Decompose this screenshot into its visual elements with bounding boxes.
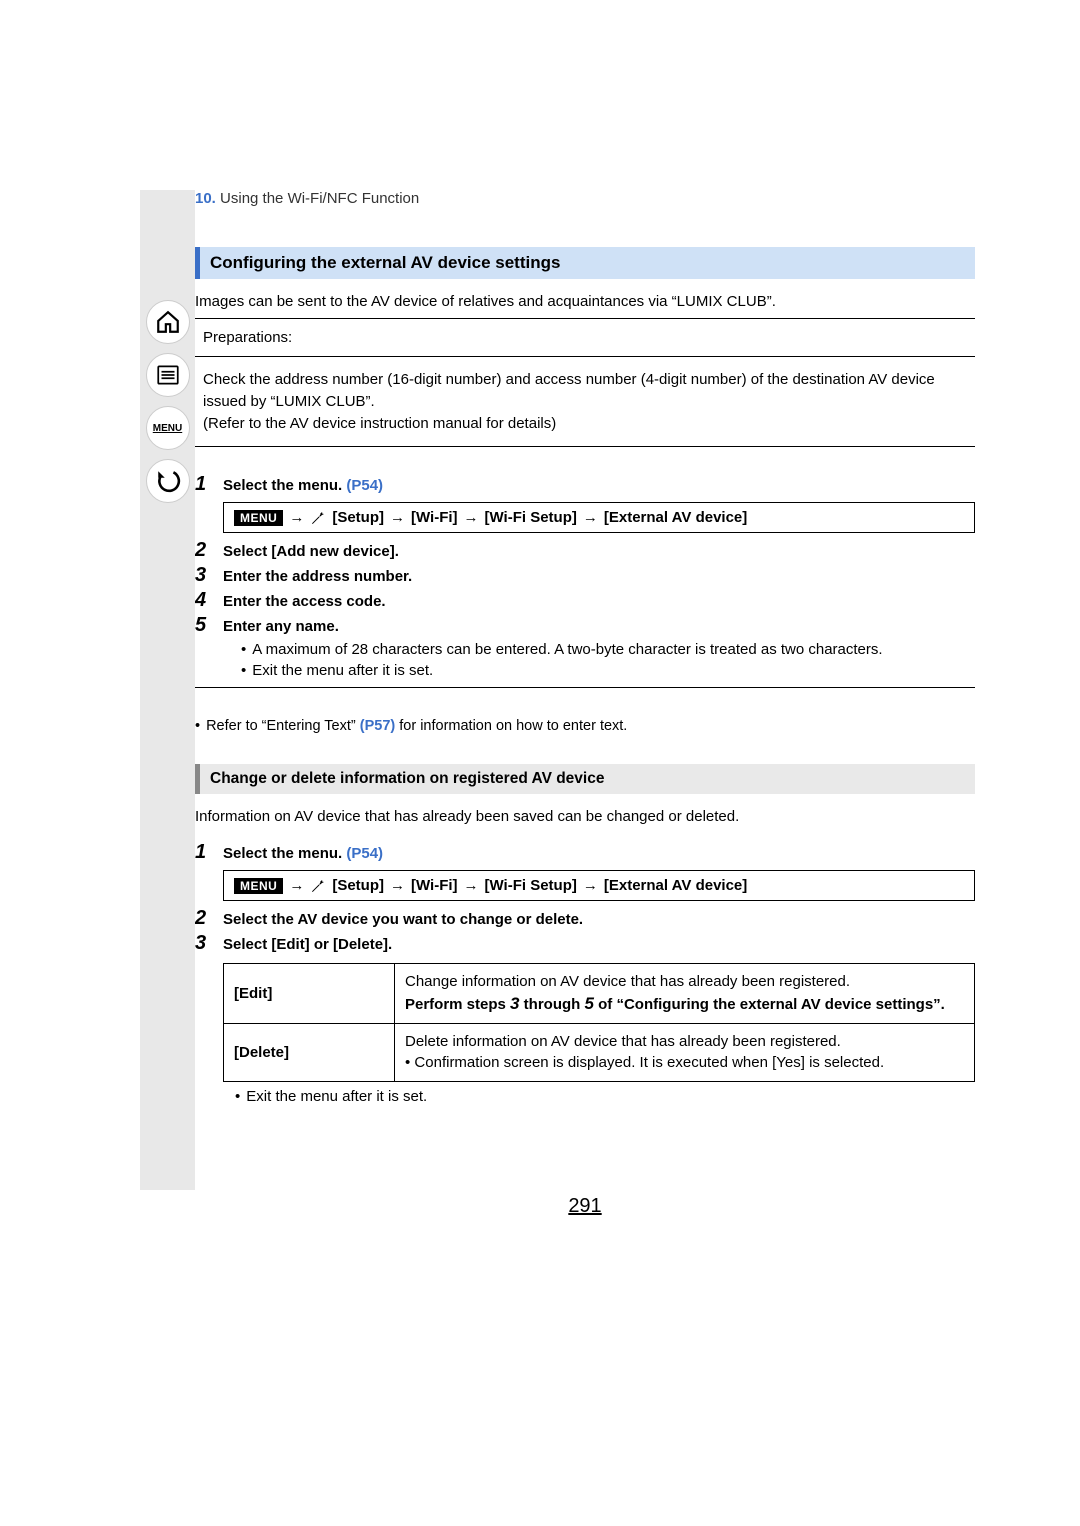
step-text: Enter any name. bbox=[223, 618, 339, 635]
bullet-text: Exit the menu after it is set. bbox=[252, 660, 433, 681]
page-content: 10. Using the Wi-Fi/NFC Function Configu… bbox=[195, 190, 975, 1218]
toc-button[interactable] bbox=[146, 353, 190, 397]
home-icon bbox=[155, 309, 181, 335]
intro2-text: Information on AV device that has alread… bbox=[195, 806, 975, 827]
step-text: Enter the access code. bbox=[223, 593, 386, 610]
step-text: Select the menu. bbox=[223, 477, 346, 494]
page-link-p57[interactable]: (P57) bbox=[360, 718, 395, 734]
path-wifisetup: [Wi-Fi Setup] bbox=[485, 509, 577, 526]
section-title: Using the Wi-Fi/NFC Function bbox=[220, 190, 419, 207]
path-wifi: [Wi-Fi] bbox=[411, 509, 458, 526]
entering-text-note: • Refer to “Entering Text” (P57) for inf… bbox=[195, 718, 975, 734]
page-link-p54[interactable]: (P54) bbox=[346, 845, 383, 862]
step-number: 2 bbox=[195, 907, 223, 930]
intro-text: Images can be sent to the AV device of r… bbox=[195, 291, 975, 312]
section-number: 10. bbox=[195, 190, 216, 207]
arrow-icon: → bbox=[390, 509, 405, 526]
arrow-icon: → bbox=[289, 509, 304, 526]
table-row: [Delete] Delete information on AV device… bbox=[224, 1024, 975, 1082]
note-pre: Refer to “Entering Text” bbox=[206, 718, 360, 734]
breadcrumb: 10. Using the Wi-Fi/NFC Function bbox=[195, 190, 975, 207]
wrench-icon bbox=[310, 510, 326, 526]
preparations-block: Preparations: Check the address number (… bbox=[195, 318, 975, 447]
delete-desc: Delete information on AV device that has… bbox=[395, 1024, 975, 1082]
menu-button[interactable]: MENU bbox=[146, 406, 190, 450]
edit-desc: Change information on AV device that has… bbox=[395, 964, 975, 1024]
step-number: 5 bbox=[195, 614, 223, 637]
steps-a: 1 Select the menu. (P54) MENU → [Setup] … bbox=[195, 473, 975, 681]
arrow-icon: → bbox=[464, 509, 479, 526]
back-button[interactable] bbox=[146, 459, 190, 503]
list-icon bbox=[155, 362, 181, 388]
path-setup: [Setup] bbox=[332, 509, 384, 526]
arrow-icon: → bbox=[583, 509, 598, 526]
sidebar: MENU bbox=[140, 190, 195, 1190]
prep-line2: (Refer to the AV device instruction manu… bbox=[203, 413, 967, 435]
step-number: 3 bbox=[195, 932, 223, 955]
step-number: 4 bbox=[195, 589, 223, 612]
path-extav: [External AV device] bbox=[604, 877, 747, 894]
menu-badge-icon: MENU bbox=[234, 878, 283, 894]
step-text: Select [Edit] or [Delete]. bbox=[223, 936, 392, 953]
bullet-icon: • bbox=[195, 718, 200, 734]
menu-label: MENU bbox=[153, 423, 182, 434]
edit-label: [Edit] bbox=[224, 964, 395, 1024]
exit-note-text: Exit the menu after it is set. bbox=[246, 1088, 427, 1105]
heading-change-delete: Change or delete information on register… bbox=[195, 764, 975, 794]
bullet-icon: • bbox=[235, 1088, 240, 1105]
delete-label: [Delete] bbox=[224, 1024, 395, 1082]
step-text: Select the menu. bbox=[223, 845, 346, 862]
step-number: 2 bbox=[195, 539, 223, 562]
wrench-icon bbox=[310, 878, 326, 894]
back-icon bbox=[155, 468, 181, 494]
heading-configure: Configuring the external AV device setti… bbox=[195, 247, 975, 279]
arrow-icon: → bbox=[583, 877, 598, 894]
steps-b: 1 Select the menu. (P54) MENU → [Setup] … bbox=[195, 841, 975, 1105]
path-wifisetup: [Wi-Fi Setup] bbox=[485, 877, 577, 894]
page-link-p54[interactable]: (P54) bbox=[346, 477, 383, 494]
page-number: 291 bbox=[195, 1195, 975, 1218]
arrow-icon: → bbox=[464, 877, 479, 894]
menu-path-b: MENU → [Setup] → [Wi-Fi] → [Wi-Fi Setup]… bbox=[223, 870, 975, 901]
path-setup: [Setup] bbox=[332, 877, 384, 894]
step-text: Select [Add new device]. bbox=[223, 543, 399, 560]
bullet-text: A maximum of 28 characters can be entere… bbox=[252, 639, 882, 660]
bullet-icon: • bbox=[241, 639, 246, 660]
menu-path-a: MENU → [Setup] → [Wi-Fi] → [Wi-Fi Setup]… bbox=[223, 502, 975, 533]
step-text: Select the AV device you want to change … bbox=[223, 911, 583, 928]
table-row: [Edit] Change information on AV device t… bbox=[224, 964, 975, 1024]
step-number: 3 bbox=[195, 564, 223, 587]
bullet-icon: • bbox=[241, 660, 246, 681]
step-number: 1 bbox=[195, 841, 223, 864]
path-wifi: [Wi-Fi] bbox=[411, 877, 458, 894]
prep-line1: Check the address number (16-digit numbe… bbox=[203, 369, 967, 413]
menu-badge-icon: MENU bbox=[234, 510, 283, 526]
path-extav: [External AV device] bbox=[604, 509, 747, 526]
step-number: 1 bbox=[195, 473, 223, 496]
arrow-icon: → bbox=[289, 877, 304, 894]
note-post: for information on how to enter text. bbox=[395, 718, 627, 734]
arrow-icon: → bbox=[390, 877, 405, 894]
home-button[interactable] bbox=[146, 300, 190, 344]
step-text: Enter the address number. bbox=[223, 568, 412, 585]
preparations-title: Preparations: bbox=[195, 325, 975, 350]
edit-delete-table: [Edit] Change information on AV device t… bbox=[223, 963, 975, 1082]
